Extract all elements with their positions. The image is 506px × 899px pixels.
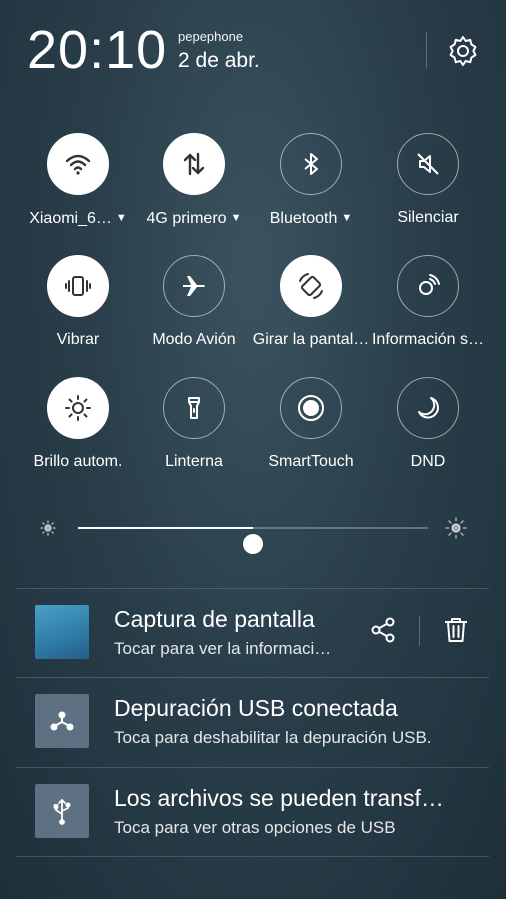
auto-brightness-icon (47, 377, 109, 439)
auto-rotate-icon (280, 255, 342, 317)
tile-label: Xiaomi_6… (29, 210, 112, 227)
tile-label: 4G primero (146, 210, 227, 227)
tile-label: Vibrar (56, 331, 100, 348)
notification-screenshot[interactable]: Captura de pantalla Tocar para ver la in… (16, 588, 489, 677)
brightness-fill (78, 527, 253, 529)
notification-subtitle: Tocar para ver la informaci… (114, 639, 332, 658)
brightness-track[interactable] (78, 527, 428, 554)
tile-auto-rotate[interactable]: Girar la pantal… (249, 255, 373, 350)
vibrate-icon (47, 255, 109, 317)
moon-icon (397, 377, 459, 439)
tile-flashlight[interactable]: Linterna (132, 377, 256, 472)
brightness-low-icon (38, 518, 58, 538)
mobile-data-icon (163, 133, 225, 195)
tile-label: Información s… (371, 331, 485, 348)
tile-label: DND (410, 453, 446, 470)
airplane-icon (163, 255, 225, 317)
gear-icon[interactable] (446, 34, 480, 68)
notification-title: Depuración USB conectada (114, 695, 398, 721)
tile-label: Modo Avión (152, 331, 236, 348)
tile-label: Silenciar (397, 209, 459, 226)
screenshot-thumbnail (35, 605, 89, 659)
tile-label: SmartTouch (268, 453, 354, 470)
tile-label: Linterna (165, 453, 223, 470)
dropdown-caret-icon[interactable]: ▼ (341, 212, 352, 224)
brightness-thumb[interactable] (243, 534, 263, 554)
usb-debug-icon (35, 694, 89, 748)
mute-icon (397, 133, 459, 195)
carrier-name: pepephone (178, 29, 244, 44)
tile-label: Bluetooth (269, 210, 338, 227)
header-divider (426, 32, 427, 68)
usb-icon (35, 784, 89, 838)
tile-label: Brillo autom. (33, 453, 123, 470)
brightness-high-icon (444, 516, 468, 540)
dropdown-caret-icon[interactable]: ▼ (116, 212, 127, 224)
dropdown-caret-icon[interactable]: ▼ (231, 212, 242, 224)
tile-wifi[interactable]: Xiaomi_6… ▼ (16, 133, 140, 229)
flashlight-icon (163, 377, 225, 439)
wifi-icon (47, 133, 109, 195)
notification-usb-debugging[interactable]: Depuración USB conectada Toca para desha… (16, 677, 489, 766)
clock: 20:10 (27, 20, 168, 80)
tile-mute[interactable]: Silenciar (366, 133, 490, 228)
tile-airplane[interactable]: Modo Avión (132, 255, 256, 350)
brightness-slider[interactable] (0, 510, 506, 554)
tile-bluetooth[interactable]: Bluetooth ▼ (249, 133, 373, 229)
date: 2 de abr. (178, 49, 260, 72)
notification-title: Los archivos se pueden transf… (114, 785, 444, 811)
tile-auto-brightness[interactable]: Brillo autom. (16, 377, 140, 472)
tile-vibrate[interactable]: Vibrar (16, 255, 140, 350)
smarttouch-icon (280, 377, 342, 439)
notification-usb-transfer[interactable]: Los archivos se pueden transf… Toca para… (16, 767, 489, 857)
tile-label: Girar la pantal… (252, 331, 370, 348)
trash-icon[interactable] (441, 615, 471, 645)
notification-subtitle: Toca para ver otras opciones de USB (114, 818, 396, 837)
share-icon[interactable] (368, 615, 398, 645)
action-divider (419, 616, 420, 646)
tile-dnd[interactable]: DND (366, 377, 490, 472)
tile-location-info[interactable]: Información s… (366, 255, 490, 350)
bluetooth-icon (280, 133, 342, 195)
notification-subtitle: Toca para deshabilitar la depuración USB… (114, 728, 432, 747)
location-info-icon (397, 255, 459, 317)
status-header: 20:10 pepephone 2 de abr. (0, 0, 506, 100)
tile-smarttouch[interactable]: SmartTouch (249, 377, 373, 472)
tile-mobile-data[interactable]: 4G primero ▼ (132, 133, 256, 229)
notification-title: Captura de pantalla (114, 606, 315, 632)
